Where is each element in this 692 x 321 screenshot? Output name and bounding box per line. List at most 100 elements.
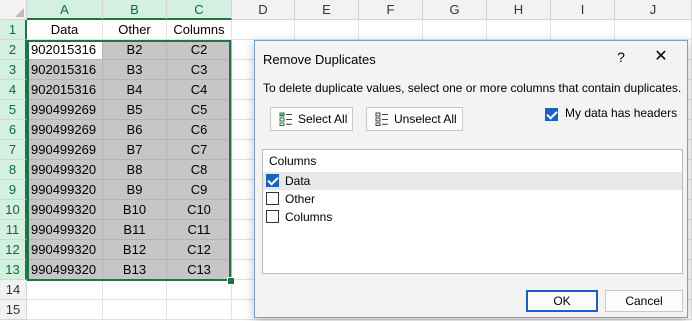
column-item-checkbox[interactable] bbox=[266, 174, 279, 187]
cell-a10[interactable]: 990499320 bbox=[27, 200, 103, 220]
cell-f1[interactable] bbox=[359, 20, 423, 40]
cell-a14[interactable] bbox=[27, 280, 103, 300]
cell-c10[interactable]: C10 bbox=[167, 200, 232, 220]
column-header-f[interactable]: F bbox=[359, 0, 423, 20]
cell-b11[interactable]: B11 bbox=[103, 220, 167, 240]
column-header-c[interactable]: C bbox=[167, 0, 232, 20]
column-header-i[interactable]: I bbox=[551, 0, 615, 20]
column-header-e[interactable]: E bbox=[295, 0, 359, 20]
row-header-7[interactable]: 7 bbox=[0, 140, 27, 160]
has-headers-label[interactable]: My data has headers bbox=[565, 106, 677, 120]
row-header-11[interactable]: 11 bbox=[0, 220, 27, 240]
cell-b12[interactable]: B12 bbox=[103, 240, 167, 260]
cell-c14[interactable] bbox=[167, 280, 232, 300]
row-header-12[interactable]: 12 bbox=[0, 240, 27, 260]
cell-b8[interactable]: B8 bbox=[103, 160, 167, 180]
cell-b14[interactable] bbox=[103, 280, 167, 300]
column-item-columns[interactable]: Columns bbox=[263, 208, 682, 226]
cell-b5[interactable]: B5 bbox=[103, 100, 167, 120]
cell-c11[interactable]: C11 bbox=[167, 220, 232, 240]
cell-c8[interactable]: C8 bbox=[167, 160, 232, 180]
help-icon[interactable]: ? bbox=[611, 47, 631, 67]
cell-b6[interactable]: B6 bbox=[103, 120, 167, 140]
fill-handle[interactable] bbox=[227, 277, 235, 285]
row-header-6[interactable]: 6 bbox=[0, 120, 27, 140]
cell-a11[interactable]: 990499320 bbox=[27, 220, 103, 240]
cell-c1[interactable]: Columns bbox=[167, 20, 232, 40]
column-header-a[interactable]: A bbox=[27, 0, 103, 20]
cell-c13[interactable]: C13 bbox=[167, 260, 232, 280]
cell-i1[interactable] bbox=[551, 20, 615, 40]
cell-c5[interactable]: C5 bbox=[167, 100, 232, 120]
cell-c9[interactable]: C9 bbox=[167, 180, 232, 200]
cell-a12[interactable]: 990499320 bbox=[27, 240, 103, 260]
row-header-5[interactable]: 5 bbox=[0, 100, 27, 120]
remove-duplicates-dialog: Remove Duplicates ? ✕ To delete duplicat… bbox=[254, 40, 688, 318]
cell-b10[interactable]: B10 bbox=[103, 200, 167, 220]
cell-a15[interactable] bbox=[27, 300, 103, 320]
column-item-label: Columns bbox=[285, 210, 333, 224]
cell-c15[interactable] bbox=[167, 300, 232, 320]
column-item-checkbox[interactable] bbox=[266, 192, 279, 205]
cell-d1[interactable] bbox=[232, 20, 295, 40]
cell-a2[interactable]: 902015316 bbox=[27, 40, 103, 60]
close-icon[interactable]: ✕ bbox=[649, 47, 673, 67]
cell-h1[interactable] bbox=[487, 20, 551, 40]
row-header-15[interactable]: 15 bbox=[0, 300, 27, 320]
cell-b1[interactable]: Other bbox=[103, 20, 167, 40]
column-item-other[interactable]: Other bbox=[263, 190, 682, 208]
column-header-h[interactable]: H bbox=[487, 0, 551, 20]
cell-a1[interactable]: Data bbox=[27, 20, 103, 40]
cell-b15[interactable] bbox=[103, 300, 167, 320]
row-header-13[interactable]: 13 bbox=[0, 260, 27, 280]
row-header-4[interactable]: 4 bbox=[0, 80, 27, 100]
row-header-2[interactable]: 2 bbox=[0, 40, 27, 60]
cell-b4[interactable]: B4 bbox=[103, 80, 167, 100]
cell-c6[interactable]: C6 bbox=[167, 120, 232, 140]
cell-c7[interactable]: C7 bbox=[167, 140, 232, 160]
select-all-button[interactable]: Select All bbox=[270, 107, 353, 131]
cell-e1[interactable] bbox=[295, 20, 359, 40]
cancel-button[interactable]: Cancel bbox=[605, 290, 683, 312]
dialog-description: To delete duplicate values, select one o… bbox=[263, 81, 682, 95]
column-header-g[interactable]: G bbox=[423, 0, 487, 20]
column-header-d[interactable]: D bbox=[232, 0, 295, 20]
column-item-label: Other bbox=[285, 192, 316, 206]
cell-a13[interactable]: 990499320 bbox=[27, 260, 103, 280]
row-header-10[interactable]: 10 bbox=[0, 200, 27, 220]
ok-button[interactable]: OK bbox=[526, 290, 598, 312]
column-item-data[interactable]: Data bbox=[263, 172, 682, 190]
cell-c12[interactable]: C12 bbox=[167, 240, 232, 260]
column-item-checkbox[interactable] bbox=[266, 210, 279, 223]
cell-c4[interactable]: C4 bbox=[167, 80, 232, 100]
column-header-j[interactable]: J bbox=[615, 0, 692, 20]
select-all-corner[interactable] bbox=[0, 0, 27, 20]
cell-g1[interactable] bbox=[423, 20, 487, 40]
unselect-all-icon bbox=[375, 112, 388, 126]
row-header-8[interactable]: 8 bbox=[0, 160, 27, 180]
row-header-1[interactable]: 1 bbox=[0, 20, 27, 40]
columns-list-header: Columns bbox=[269, 154, 317, 168]
row-header-9[interactable]: 9 bbox=[0, 180, 27, 200]
row-header-14[interactable]: 14 bbox=[0, 280, 27, 300]
cell-c2[interactable]: C2 bbox=[167, 40, 232, 60]
cell-b2[interactable]: B2 bbox=[103, 40, 167, 60]
cell-a7[interactable]: 990499269 bbox=[27, 140, 103, 160]
cell-a8[interactable]: 990499320 bbox=[27, 160, 103, 180]
cell-a9[interactable]: 990499320 bbox=[27, 180, 103, 200]
dialog-title: Remove Duplicates bbox=[263, 52, 376, 67]
cell-b7[interactable]: B7 bbox=[103, 140, 167, 160]
row-header-3[interactable]: 3 bbox=[0, 60, 27, 80]
cell-c3[interactable]: C3 bbox=[167, 60, 232, 80]
has-headers-checkbox[interactable] bbox=[545, 108, 558, 121]
cell-b13[interactable]: B13 bbox=[103, 260, 167, 280]
cell-a4[interactable]: 902015316 bbox=[27, 80, 103, 100]
cell-a6[interactable]: 990499269 bbox=[27, 120, 103, 140]
cell-b3[interactable]: B3 bbox=[103, 60, 167, 80]
unselect-all-button[interactable]: Unselect All bbox=[366, 107, 463, 131]
cell-b9[interactable]: B9 bbox=[103, 180, 167, 200]
column-header-b[interactable]: B bbox=[103, 0, 167, 20]
cell-a3[interactable]: 902015316 bbox=[27, 60, 103, 80]
cell-j1[interactable] bbox=[615, 20, 692, 40]
cell-a5[interactable]: 990499269 bbox=[27, 100, 103, 120]
